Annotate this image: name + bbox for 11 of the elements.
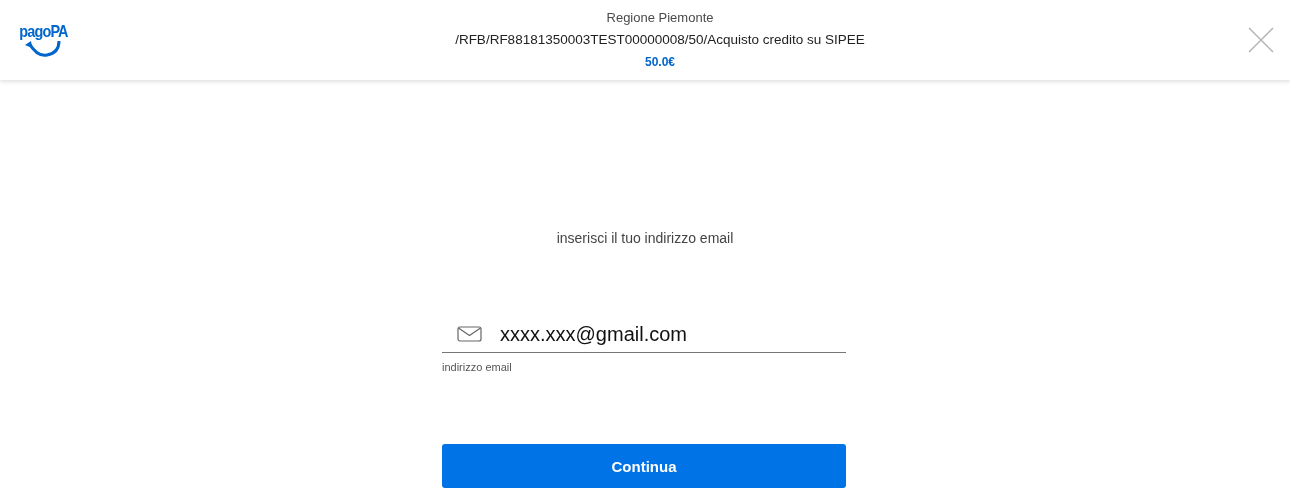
email-prompt: inserisci il tuo indirizzo email	[556, 230, 734, 248]
close-button[interactable]	[1246, 25, 1276, 55]
envelope-icon	[457, 326, 482, 342]
field-helper: indirizzo email	[442, 361, 513, 373]
payee-name: Regione Piemonte	[606, 9, 714, 27]
continue-button[interactable]: Continua	[442, 444, 846, 488]
email-field[interactable]: xxxx.xxx@gmail.com	[500, 322, 846, 346]
logo-text: pagoPA	[18, 23, 68, 41]
curved-arrow-icon	[23, 41, 63, 57]
payment-description: /RFB/RF88181350003TEST00000008/50/Acquisto credito su SIPEE	[455, 31, 865, 49]
payment-amount: 50.0€	[645, 54, 675, 71]
